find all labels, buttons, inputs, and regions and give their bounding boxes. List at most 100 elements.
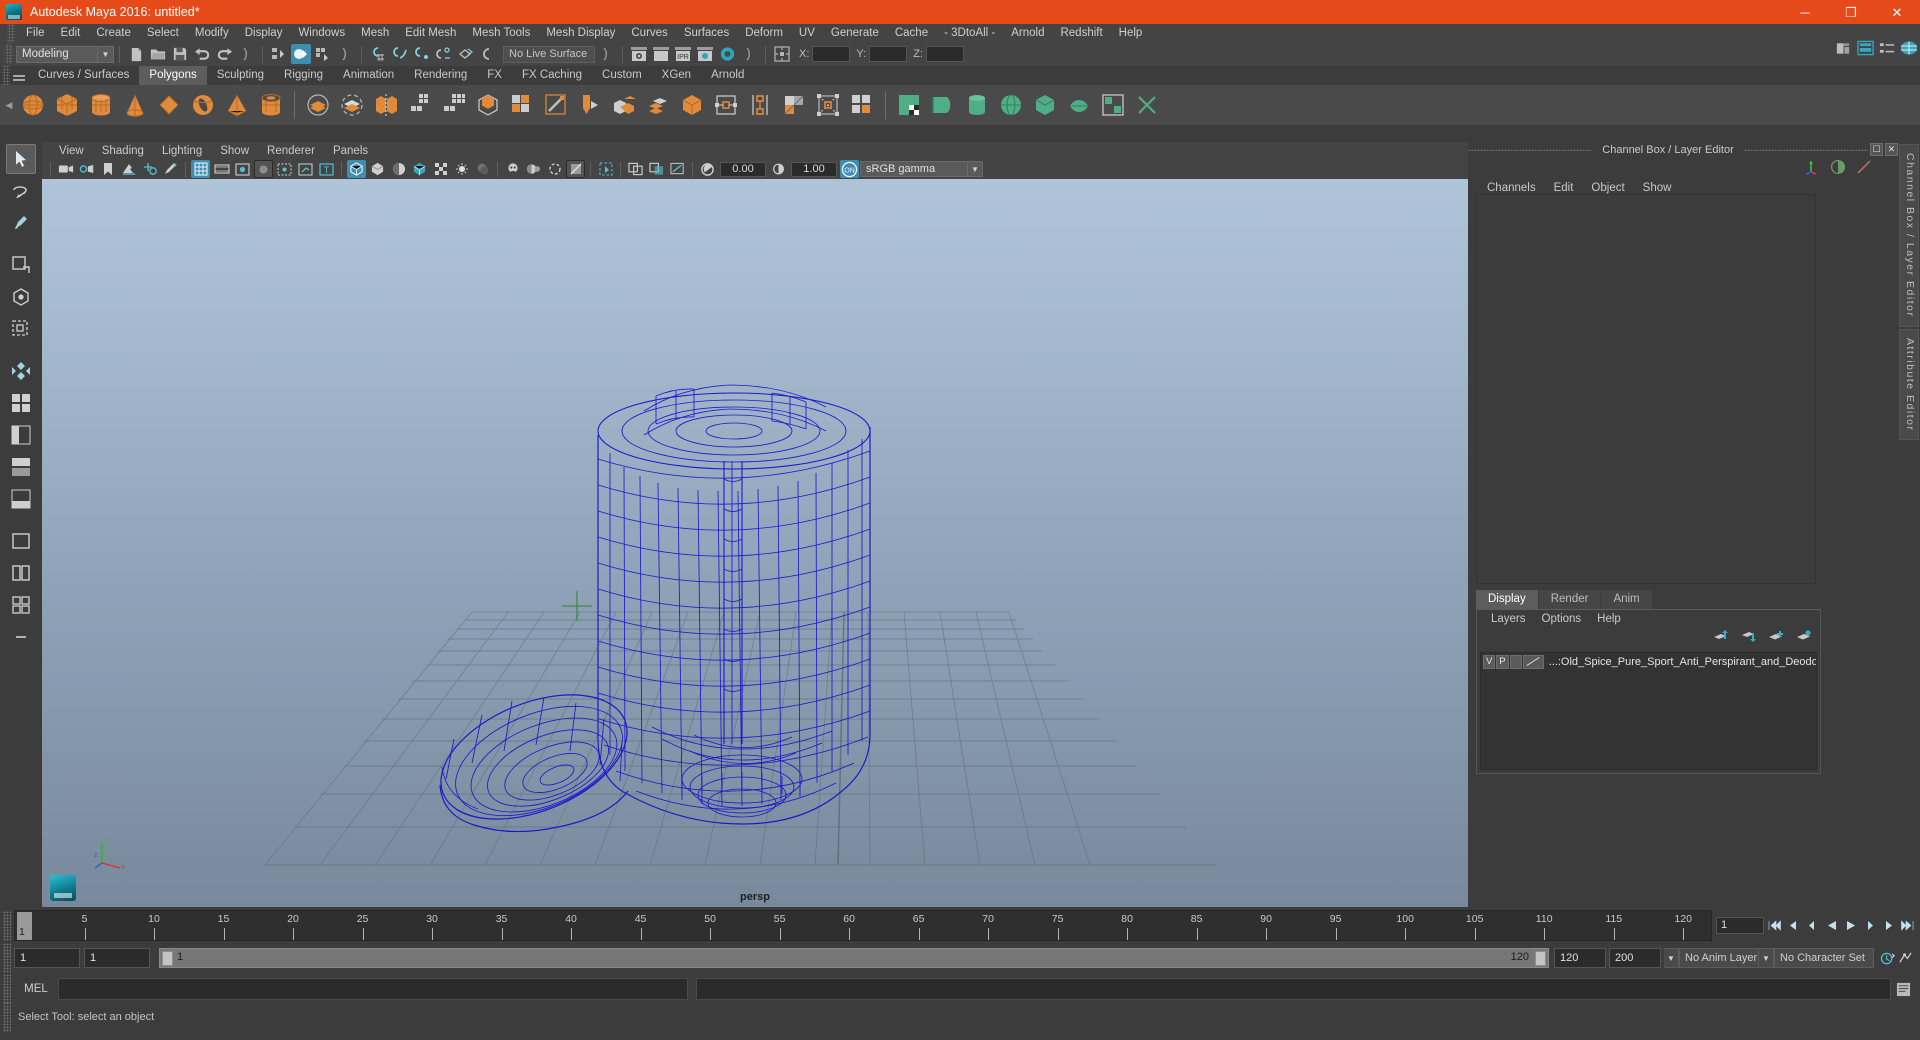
sculpt-icon[interactable] [846, 89, 878, 121]
view-transform-selector[interactable]: sRGB gamma [860, 161, 968, 177]
smooth-icon[interactable] [438, 89, 470, 121]
film-gate-icon[interactable] [212, 160, 231, 178]
two-pane-layout-icon[interactable] [6, 558, 36, 588]
menu-item-display[interactable]: Display [237, 24, 291, 42]
animation-start-time-field[interactable]: 1 [14, 948, 80, 968]
bookmark-icon[interactable] [98, 160, 117, 178]
menu-item-mesh-tools[interactable]: Mesh Tools [464, 24, 538, 42]
ambient-occlusion-icon[interactable] [503, 160, 522, 178]
range-slider-left-handle[interactable] [162, 951, 173, 966]
play-backwards-icon[interactable] [1823, 917, 1840, 934]
menu-item-mesh-display[interactable]: Mesh Display [538, 24, 623, 42]
image-plane-icon[interactable] [119, 160, 138, 178]
exposure-field[interactable]: 0.00 [720, 161, 766, 177]
move-tool-axis-icon[interactable] [1802, 158, 1820, 179]
hypershade-icon[interactable] [717, 44, 737, 64]
four-view-layout-icon[interactable] [6, 388, 36, 418]
crease-icon[interactable] [812, 89, 844, 121]
viewport-menu-view[interactable]: View [50, 145, 93, 157]
contrast-icon[interactable] [1830, 159, 1846, 178]
menu-item-uv[interactable]: UV [791, 24, 823, 42]
toolbar-expand-icon[interactable] [596, 44, 616, 64]
last-tool-used-icon[interactable] [6, 356, 36, 386]
animation-preferences-icon[interactable] [1897, 950, 1914, 967]
coord-y-field[interactable] [869, 46, 908, 62]
menu-item-windows[interactable]: Windows [290, 24, 353, 42]
multisample-icon[interactable] [545, 160, 564, 178]
gate-mask-icon[interactable] [254, 160, 273, 178]
uv-automatic-icon[interactable] [1029, 89, 1061, 121]
shelf-menu-icon[interactable] [10, 66, 28, 85]
wireframe-icon[interactable] [347, 160, 366, 178]
toolbar-expand-icon[interactable] [335, 44, 355, 64]
uv-planar-icon[interactable] [927, 89, 959, 121]
show-hide-tool-settings-icon[interactable] [1833, 38, 1853, 58]
step-forward-frame-icon[interactable] [1861, 917, 1878, 934]
move-tool-icon[interactable] [6, 250, 36, 280]
coord-x-field[interactable] [812, 46, 851, 62]
single-perspective-layout-icon[interactable] [6, 526, 36, 556]
current-frame-field[interactable]: 1 [1716, 917, 1764, 934]
playback-end-time-field[interactable]: 120 [1554, 948, 1606, 968]
step-forward-key-icon[interactable] [1880, 917, 1897, 934]
vertical-tab-channel-box-layer-editor[interactable]: Channel Box / Layer Editor [1899, 144, 1919, 327]
persp-hypershade-layout-icon[interactable] [6, 484, 36, 514]
layer-tab-render[interactable]: Render [1538, 590, 1601, 609]
layer-menu-options[interactable]: Options [1534, 613, 1590, 625]
render-current-frame-icon[interactable] [629, 44, 649, 64]
shelf-tab-fx-caching[interactable]: FX Caching [511, 66, 593, 85]
panel-drag-dots[interactable] [1743, 148, 1868, 151]
shelf-tab-arnold[interactable]: Arnold [701, 66, 755, 85]
smooth-shade-icon[interactable] [368, 160, 387, 178]
layer-tab-display[interactable]: Display [1476, 590, 1538, 609]
viewport-menu-lighting[interactable]: Lighting [153, 145, 211, 157]
show-hide-outliner-icon[interactable] [1899, 38, 1919, 58]
show-hide-attribute-editor-icon[interactable] [1855, 38, 1875, 58]
layer-visibility-toggle[interactable]: V [1483, 654, 1496, 669]
auto-keyframe-icon[interactable] [1880, 950, 1897, 967]
channel-box-content[interactable] [1476, 194, 1816, 584]
render-sequence-icon[interactable] [651, 44, 671, 64]
coord-z-field[interactable] [925, 46, 964, 62]
shelf-tab-animation[interactable]: Animation [333, 66, 405, 85]
menu-set-chevron-down-icon[interactable]: ▼ [98, 45, 114, 63]
selection-highlight-icon[interactable] [626, 160, 645, 178]
menu-item-create[interactable]: Create [88, 24, 139, 42]
snap-to-grid-icon[interactable] [368, 44, 388, 64]
menu-item-modify[interactable]: Modify [187, 24, 237, 42]
select-by-object-type-icon[interactable] [291, 44, 311, 64]
help-line-grip[interactable] [3, 1002, 11, 1032]
playback-speed-chevron-down-icon[interactable]: ▼ [1664, 948, 1679, 968]
status-line-grip[interactable] [5, 44, 13, 64]
script-editor-icon[interactable] [1895, 981, 1912, 998]
channel-box-menu-channels[interactable]: Channels [1478, 182, 1545, 194]
rotate-tool-icon[interactable] [6, 282, 36, 312]
shelf-tab-sculpting[interactable]: Sculpting [206, 66, 275, 85]
menu-item-cache[interactable]: Cache [887, 24, 936, 42]
move-layer-up-icon[interactable] [1712, 629, 1728, 645]
range-slider-grip[interactable] [3, 943, 11, 973]
shelf-tab-polygons[interactable]: Polygons [139, 66, 207, 85]
command-output-field[interactable] [696, 978, 1891, 1000]
gamma-field[interactable]: 1.00 [791, 161, 837, 177]
layer-list[interactable]: V P ...:Old_Spice_Pure_Sport_Anti_Perspi… [1480, 652, 1817, 770]
menu-item-3dtoall[interactable]: - 3DtoAll - [936, 24, 1003, 42]
play-forwards-icon[interactable] [1842, 917, 1859, 934]
step-back-frame-icon[interactable] [1804, 917, 1821, 934]
command-line-grip[interactable] [3, 974, 11, 1004]
current-time-indicator[interactable]: 1 [17, 912, 32, 940]
layer-color-swatch[interactable] [1522, 654, 1544, 669]
range-slider[interactable]: 1 120 [159, 948, 1549, 968]
undo-icon[interactable] [192, 44, 212, 64]
persp-outliner-layout-icon[interactable] [6, 420, 36, 450]
make-live-icon[interactable] [478, 44, 498, 64]
shelf-scroll-left-icon[interactable]: ◀ [2, 85, 16, 125]
poly-cylinder-icon[interactable] [85, 89, 117, 121]
target-weld-icon[interactable] [608, 89, 640, 121]
render-settings-icon[interactable] [695, 44, 715, 64]
snap-to-view-plane-icon[interactable] [456, 44, 476, 64]
absolute-relative-transform-icon[interactable] [772, 44, 792, 64]
panel-drag-dots[interactable] [1468, 148, 1593, 151]
new-layer-icon[interactable] [1768, 630, 1784, 645]
slope-icon[interactable] [1856, 159, 1872, 178]
